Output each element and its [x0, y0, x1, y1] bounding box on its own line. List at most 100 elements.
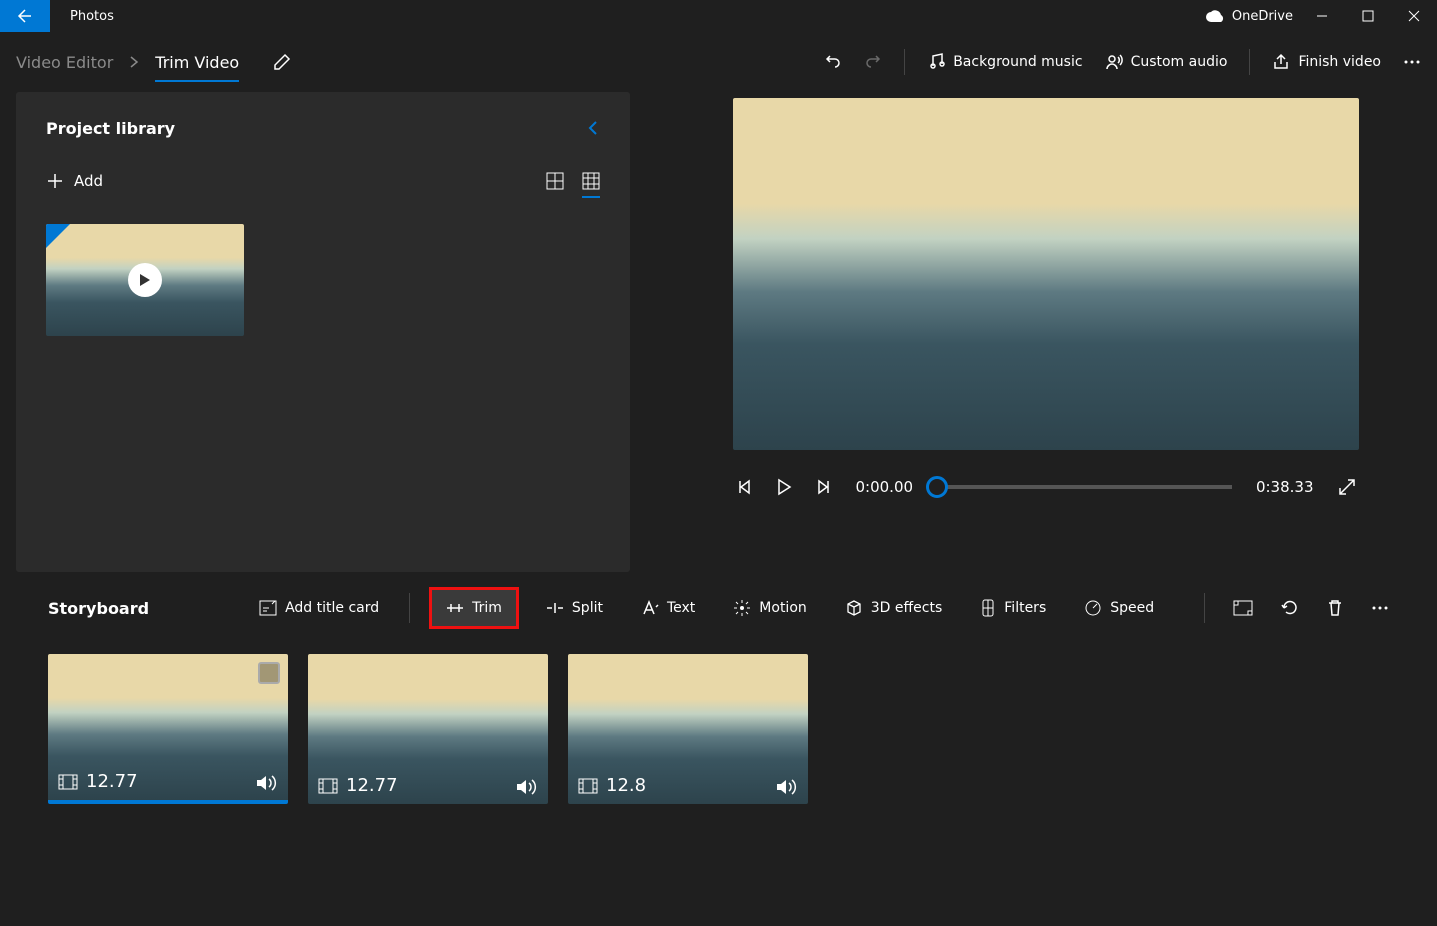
- music-icon: [927, 53, 945, 71]
- grid-large-icon: [546, 172, 564, 190]
- audio-person-icon: [1105, 53, 1123, 71]
- grid-small-icon: [582, 172, 600, 190]
- view-large-button[interactable]: [546, 172, 564, 190]
- clip-duration: 12.77: [86, 771, 138, 792]
- cloud-icon: [1206, 10, 1224, 22]
- library-title: Project library: [46, 119, 175, 138]
- breadcrumb-current[interactable]: Trim Video: [155, 53, 239, 72]
- motion-button[interactable]: Motion: [725, 590, 814, 626]
- add-title-card-button[interactable]: Add title card: [251, 590, 387, 626]
- seek-knob[interactable]: [926, 476, 948, 498]
- onedrive-button[interactable]: OneDrive: [1206, 9, 1293, 24]
- filters-icon: [980, 599, 996, 617]
- library-clip-thumbnail[interactable]: [46, 224, 244, 336]
- volume-icon: [776, 778, 798, 796]
- divider: [1204, 593, 1205, 623]
- storyboard-more-button[interactable]: [1371, 605, 1389, 611]
- minimize-button[interactable]: [1299, 0, 1345, 32]
- clip-item[interactable]: 12.77: [48, 654, 288, 804]
- close-icon: [1408, 10, 1420, 22]
- redo-button[interactable]: [864, 53, 882, 71]
- next-frame-button[interactable]: [816, 479, 832, 495]
- custom-audio-button[interactable]: Custom audio: [1105, 53, 1228, 71]
- undo-button[interactable]: [824, 53, 842, 71]
- back-button[interactable]: [0, 0, 50, 32]
- divider: [904, 49, 905, 75]
- app-title: Photos: [70, 9, 114, 24]
- trim-icon: [446, 601, 464, 615]
- play-button[interactable]: [776, 478, 792, 496]
- speed-button[interactable]: Speed: [1076, 590, 1162, 626]
- collapse-library-button[interactable]: [586, 118, 600, 138]
- 3d-effects-button[interactable]: 3D effects: [837, 590, 951, 626]
- background-music-button[interactable]: Background music: [927, 53, 1082, 71]
- motion-icon: [733, 599, 751, 617]
- clip-volume-button[interactable]: [516, 778, 538, 796]
- chevron-right-icon: [129, 55, 139, 69]
- more-icon: [1371, 605, 1389, 611]
- clip-duration: 12.77: [346, 775, 398, 796]
- current-time: 0:00.00: [856, 478, 914, 496]
- film-icon: [318, 778, 338, 794]
- pencil-icon: [273, 53, 291, 71]
- effects-3d-icon: [845, 599, 863, 617]
- close-button[interactable]: [1391, 0, 1437, 32]
- expand-icon: [1338, 478, 1356, 496]
- rotate-button[interactable]: [1281, 599, 1299, 617]
- view-small-button[interactable]: [582, 172, 600, 190]
- toolbar: Video Editor Trim Video Background music…: [0, 32, 1437, 92]
- fullscreen-button[interactable]: [1338, 478, 1356, 496]
- aspect-icon: [1233, 600, 1253, 616]
- export-icon: [1272, 53, 1290, 71]
- clip-item[interactable]: 12.8: [568, 654, 808, 804]
- clips-row: 12.77 12.77 12.8: [48, 654, 1389, 804]
- speed-icon: [1084, 599, 1102, 617]
- previous-frame-button[interactable]: [736, 479, 752, 495]
- clip-duration: 12.8: [606, 775, 646, 796]
- play-icon: [139, 273, 151, 287]
- plus-icon: [46, 172, 64, 190]
- split-icon: [546, 601, 564, 615]
- maximize-button[interactable]: [1345, 0, 1391, 32]
- divider: [409, 593, 410, 623]
- text-button[interactable]: Text: [633, 590, 703, 626]
- delete-button[interactable]: [1327, 599, 1343, 617]
- undo-icon: [824, 53, 842, 71]
- filters-button[interactable]: Filters: [972, 590, 1054, 626]
- storyboard-panel: Storyboard Add title card Trim Split Tex…: [0, 572, 1437, 902]
- titlebar: Photos OneDrive: [0, 0, 1437, 32]
- preview-panel: 0:00.00 0:38.33: [670, 92, 1421, 572]
- video-preview[interactable]: [733, 98, 1359, 450]
- breadcrumb: Video Editor Trim Video: [16, 53, 291, 72]
- aspect-ratio-button[interactable]: [1233, 600, 1253, 616]
- clip-checkbox[interactable]: [258, 662, 280, 684]
- play-overlay: [128, 263, 162, 297]
- title-card-icon: [259, 600, 277, 616]
- split-button[interactable]: Split: [538, 590, 611, 626]
- finish-video-button[interactable]: Finish video: [1272, 53, 1381, 71]
- storyboard-title: Storyboard: [48, 599, 149, 618]
- seek-slider[interactable]: [937, 485, 1232, 489]
- corner-badge: [46, 224, 70, 248]
- text-icon: [641, 600, 659, 616]
- arrow-left-icon: [17, 8, 33, 24]
- clip-volume-button[interactable]: [256, 774, 278, 792]
- total-time: 0:38.33: [1256, 478, 1314, 496]
- chevron-left-icon: [586, 118, 600, 138]
- trim-button[interactable]: Trim: [432, 590, 516, 626]
- maximize-icon: [1362, 10, 1374, 22]
- film-icon: [58, 774, 78, 790]
- play-icon: [776, 478, 792, 496]
- redo-icon: [864, 53, 882, 71]
- more-button[interactable]: [1403, 59, 1421, 65]
- rename-button[interactable]: [273, 53, 291, 71]
- add-media-button[interactable]: Add: [46, 172, 103, 190]
- more-icon: [1403, 59, 1421, 65]
- clip-item[interactable]: 12.77: [308, 654, 548, 804]
- breadcrumb-root[interactable]: Video Editor: [16, 53, 113, 72]
- step-back-icon: [736, 479, 752, 495]
- clip-volume-button[interactable]: [776, 778, 798, 796]
- step-forward-icon: [816, 479, 832, 495]
- volume-icon: [256, 774, 278, 792]
- divider: [1249, 49, 1250, 75]
